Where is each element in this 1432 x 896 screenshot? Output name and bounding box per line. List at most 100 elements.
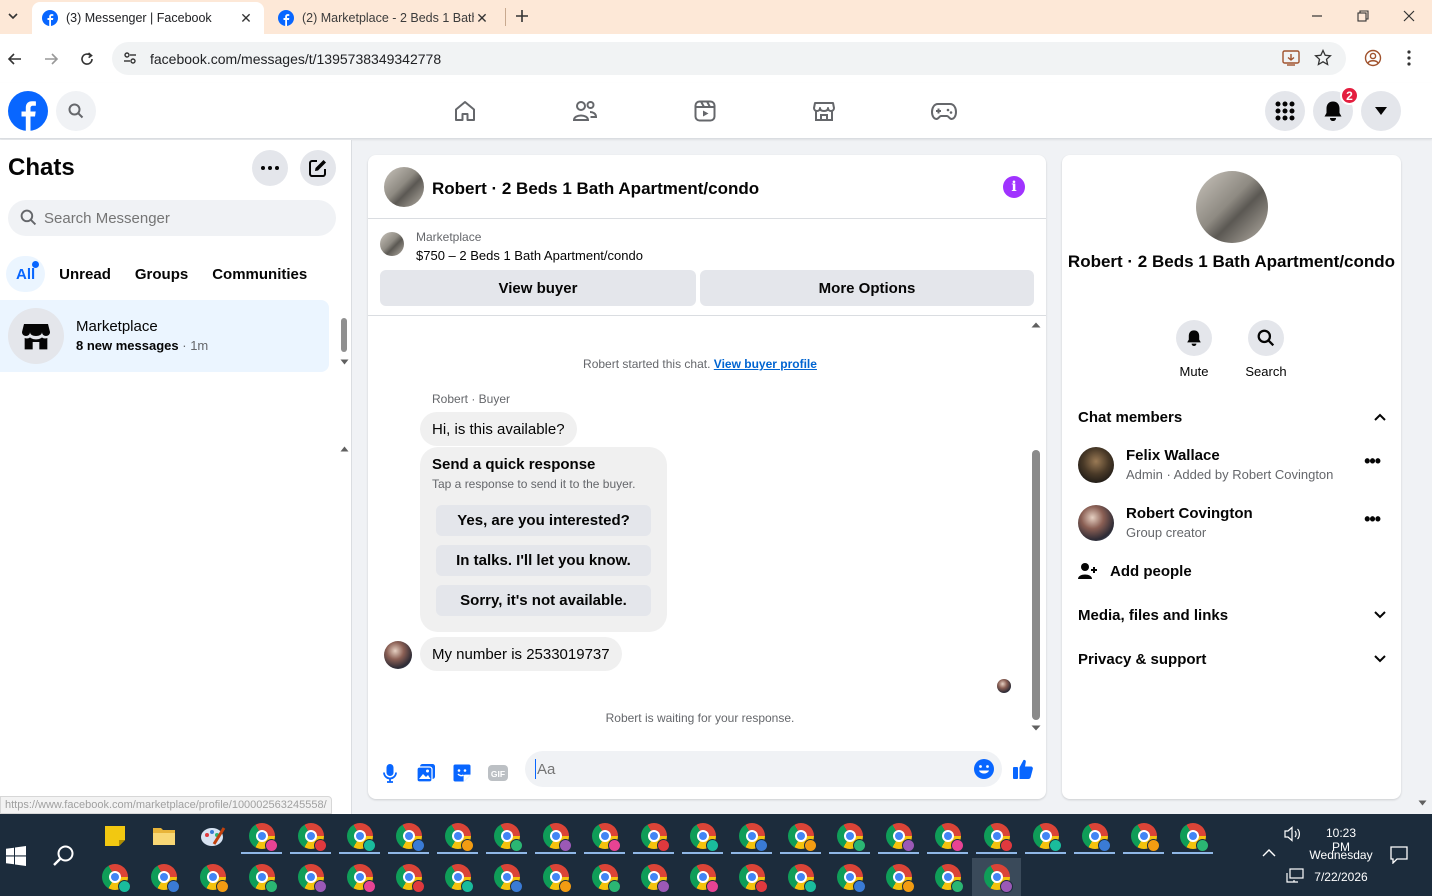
more-options-icon[interactable]: ••• <box>1364 451 1381 472</box>
sidebar-scroll-down-arrow[interactable] <box>340 359 349 365</box>
media-files-links-section-header[interactable]: Media, files and links <box>1078 603 1386 627</box>
install-app-icon[interactable] <box>1281 48 1301 68</box>
restore-window-icon[interactable] <box>1340 0 1386 32</box>
thumbs-up-like-icon[interactable] <box>1010 756 1036 782</box>
taskbar-search-icon[interactable] <box>52 844 76 868</box>
more-options-button[interactable]: More Options <box>700 270 1034 306</box>
chat-members-section-header[interactable]: Chat members <box>1078 405 1386 429</box>
network-icon[interactable] <box>1286 868 1304 884</box>
privacy-support-section-header[interactable]: Privacy & support <box>1078 647 1386 671</box>
taskbar-clock-date[interactable]: 7/22/2026 <box>1308 870 1374 884</box>
chrome-window-taskbar-icon[interactable] <box>972 858 1021 896</box>
message-input[interactable] <box>525 751 1002 787</box>
chrome-window-taskbar-icon[interactable] <box>335 858 384 896</box>
chrome-window-taskbar-icon[interactable] <box>482 858 531 896</box>
search-in-chat-button[interactable] <box>1248 320 1284 356</box>
facebook-logo-icon[interactable] <box>8 91 48 131</box>
chrome-window-taskbar-icon[interactable] <box>727 817 776 855</box>
chrome-window-taskbar-icon[interactable] <box>923 817 972 855</box>
chrome-window-taskbar-icon[interactable] <box>1021 817 1070 855</box>
thread-scrollbar-thumb[interactable] <box>1032 450 1040 720</box>
video-nav-icon[interactable] <box>691 97 719 125</box>
action-center-notification-icon[interactable] <box>1390 846 1408 864</box>
chrome-window-taskbar-icon[interactable] <box>433 817 482 855</box>
new-message-button[interactable] <box>300 150 336 186</box>
view-buyer-button[interactable]: View buyer <box>380 270 696 306</box>
address-bar[interactable]: facebook.com/messages/t/1395738349342778 <box>112 42 1346 75</box>
filter-unread[interactable]: Unread <box>49 256 121 292</box>
reload-icon[interactable] <box>76 48 98 70</box>
chrome-window-taskbar-icon[interactable] <box>286 858 335 896</box>
chrome-window-taskbar-icon[interactable] <box>923 858 972 896</box>
chats-options-button[interactable] <box>252 150 288 186</box>
conversation-info-icon[interactable]: i <box>1003 176 1025 198</box>
gaming-nav-icon[interactable] <box>930 97 958 125</box>
chrome-window-taskbar-icon[interactable] <box>825 858 874 896</box>
quick-response-in-talks-button[interactable]: In talks. I'll let you know. <box>436 545 651 576</box>
paint-app-icon[interactable] <box>188 817 237 855</box>
friends-nav-icon[interactable] <box>571 97 599 125</box>
file-explorer-app-icon[interactable] <box>139 817 188 855</box>
chrome-window-taskbar-icon[interactable] <box>482 817 531 855</box>
page-scroll-down-arrow[interactable] <box>1418 800 1427 806</box>
buyer-avatar[interactable] <box>384 641 412 669</box>
site-settings-icon[interactable] <box>122 50 138 66</box>
photo-gallery-icon[interactable] <box>413 760 439 786</box>
chrome-window-taskbar-icon[interactable] <box>384 858 433 896</box>
marketplace-nav-icon[interactable] <box>810 97 838 125</box>
search-messenger-input[interactable] <box>8 200 336 236</box>
more-options-icon[interactable]: ••• <box>1364 509 1381 530</box>
forward-arrow-icon[interactable] <box>40 48 62 70</box>
minimize-window-icon[interactable] <box>1294 0 1340 32</box>
profile-icon[interactable] <box>1363 48 1383 68</box>
view-buyer-profile-link[interactable]: View buyer profile <box>714 357 817 371</box>
taskbar-clock-day[interactable]: Wednesday <box>1308 848 1374 862</box>
listing-photo-avatar[interactable] <box>384 167 424 207</box>
chrome-window-taskbar-icon[interactable] <box>629 858 678 896</box>
conversation-title[interactable]: Robert · 2 Beds 1 Bath Apartment/condo <box>432 179 759 199</box>
add-people-button[interactable]: Add people <box>1078 559 1192 583</box>
chrome-window-taskbar-icon[interactable] <box>1070 817 1119 855</box>
chrome-window-taskbar-icon[interactable] <box>678 858 727 896</box>
home-nav-icon[interactable] <box>451 97 479 125</box>
chrome-window-taskbar-icon[interactable] <box>580 858 629 896</box>
sticky-notes-app-icon[interactable] <box>90 817 139 855</box>
mute-button[interactable] <box>1176 320 1212 356</box>
member-row-robert-covington[interactable]: Robert Covington Group creator ••• <box>1078 505 1388 549</box>
gif-icon[interactable]: GIF <box>485 760 511 786</box>
chrome-window-taskbar-icon[interactable] <box>286 817 335 855</box>
chrome-window-taskbar-icon[interactable] <box>825 817 874 855</box>
sidebar-scrollbar-thumb[interactable] <box>341 318 347 352</box>
back-arrow-icon[interactable] <box>4 48 26 70</box>
emoji-icon[interactable] <box>971 756 997 782</box>
bookmark-star-icon[interactable] <box>1313 48 1333 68</box>
chrome-window-taskbar-icon[interactable] <box>874 858 923 896</box>
filter-groups[interactable]: Groups <box>125 256 198 292</box>
close-tab-icon[interactable]: ✕ <box>474 10 490 26</box>
listing-thumbnail[interactable] <box>380 232 404 256</box>
close-window-icon[interactable] <box>1386 0 1432 32</box>
chrome-window-taskbar-icon[interactable] <box>384 817 433 855</box>
microphone-icon[interactable] <box>377 760 403 786</box>
chrome-window-taskbar-icon[interactable] <box>335 817 384 855</box>
browser-menu-kebab-icon[interactable] <box>1399 48 1419 68</box>
new-tab-plus-icon[interactable] <box>512 6 532 26</box>
tab-search-chevron-icon[interactable] <box>3 6 23 26</box>
chrome-window-taskbar-icon[interactable] <box>580 817 629 855</box>
quick-response-yes-button[interactable]: Yes, are you interested? <box>436 505 651 536</box>
menu-grid-button[interactable] <box>1265 91 1305 131</box>
account-menu-button[interactable] <box>1361 91 1401 131</box>
chrome-window-taskbar-icon[interactable] <box>678 817 727 855</box>
thread-scroll-down-arrow[interactable] <box>1031 725 1041 731</box>
sidebar-scroll-up-arrow[interactable] <box>340 446 349 452</box>
chrome-window-taskbar-icon[interactable] <box>874 817 923 855</box>
quick-response-not-available-button[interactable]: Sorry, it's not available. <box>436 585 651 616</box>
chat-list-item-marketplace[interactable]: Marketplace 8 new messages · 1m <box>0 300 329 372</box>
show-hidden-icons-chevron-icon[interactable] <box>1262 848 1276 858</box>
volume-icon[interactable] <box>1284 826 1302 842</box>
mute-action[interactable]: Mute <box>1164 320 1224 379</box>
listing-price-title[interactable]: $750 – 2 Beds 1 Bath Apartment/condo <box>416 248 643 263</box>
sticker-icon[interactable] <box>449 760 475 786</box>
chrome-window-taskbar-icon[interactable] <box>776 817 825 855</box>
close-tab-icon[interactable]: ✕ <box>238 10 254 26</box>
